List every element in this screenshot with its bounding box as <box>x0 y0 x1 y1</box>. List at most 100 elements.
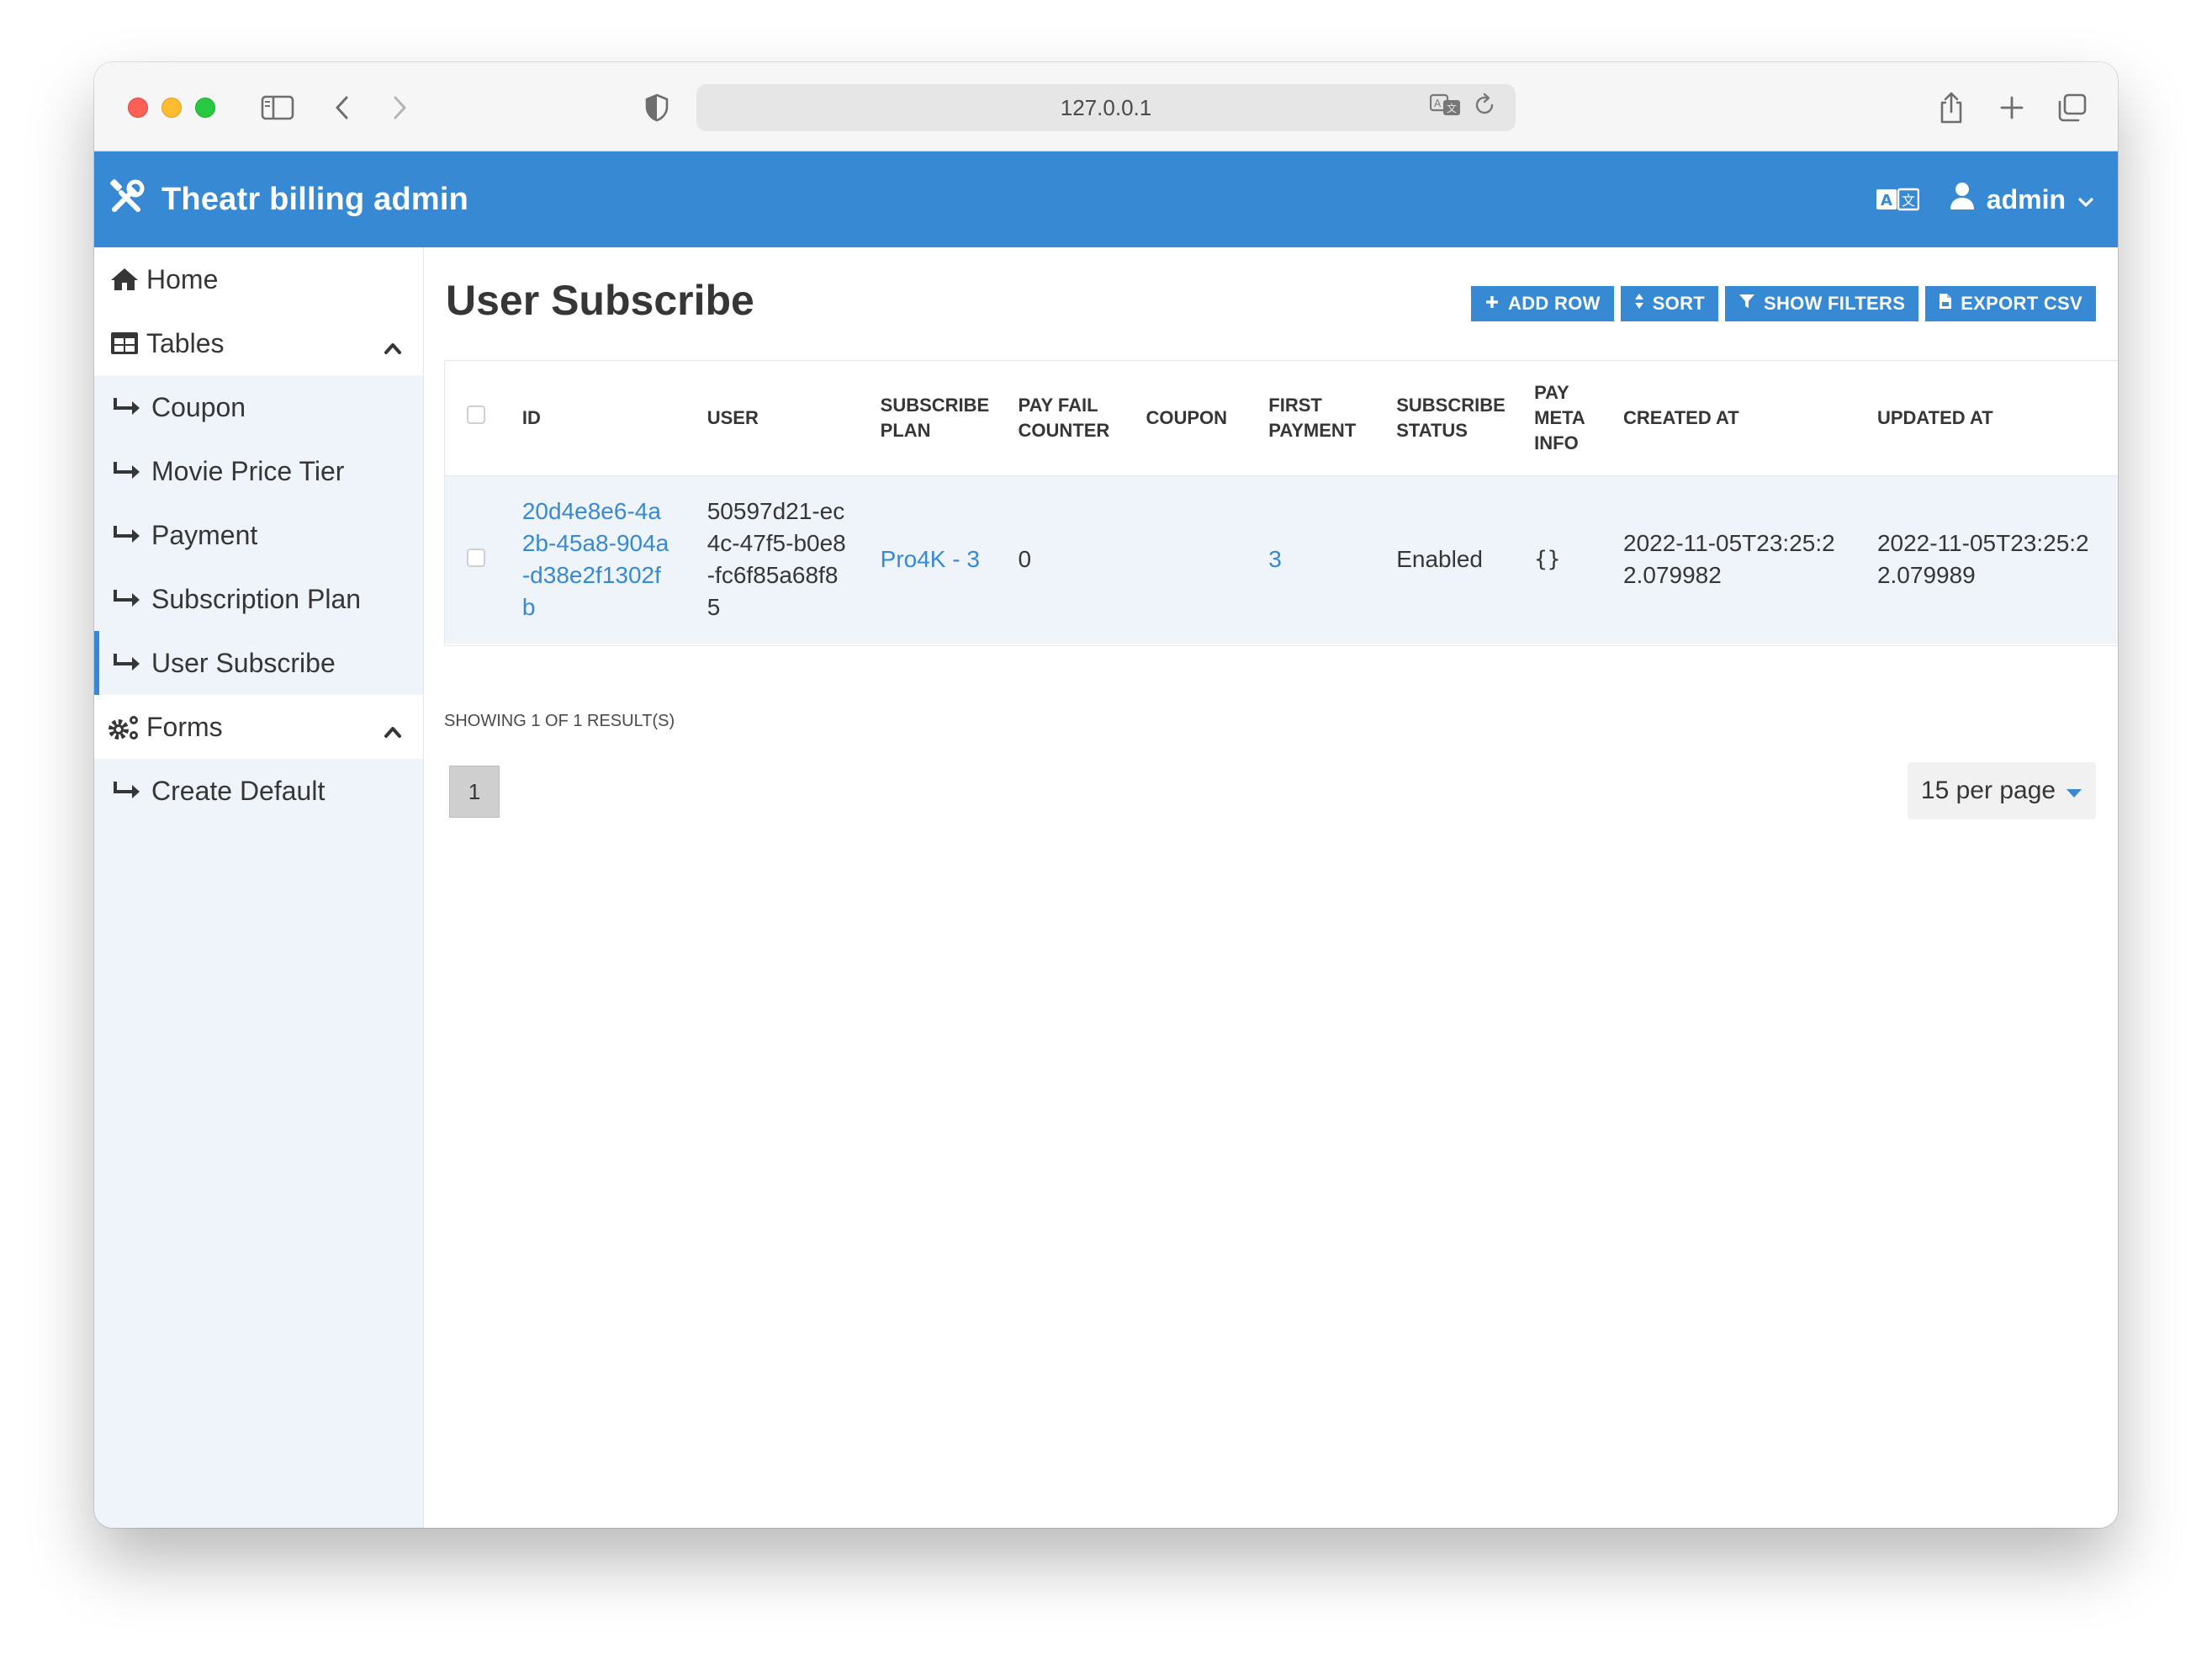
cell-updated-at: 2022-11-05T23:25:22.079989 <box>1868 474 2118 644</box>
gears-icon <box>108 713 141 741</box>
column-header-label: SUBSCRIBE PLAN <box>880 394 990 441</box>
sidebar: Home Tables Coupon Movie Price Tier Paym… <box>94 247 424 1528</box>
plus-icon <box>1484 293 1500 315</box>
tab-overview-icon[interactable] <box>2056 87 2089 128</box>
cell-id: 20d4e8e6-4a2b-45a8-904a-d38e2f1302fb <box>513 474 699 644</box>
browser-window: 127.0.0.1 A文 Theatr billing admin A 文 ad… <box>94 62 2118 1528</box>
file-csv-icon <box>1939 293 1952 315</box>
sidebar-group-tables[interactable]: Tables <box>94 311 423 375</box>
arrow-turn-icon <box>111 396 141 418</box>
sort-icon <box>1634 293 1644 315</box>
column-header-id[interactable]: ID <box>513 361 699 475</box>
column-header-user[interactable]: USER <box>698 361 872 475</box>
sidebar-item-label: Coupon <box>151 391 246 422</box>
sidebar-item-movie-price-tier[interactable]: Movie Price Tier <box>94 439 423 503</box>
results-count: SHOWING 1 OF 1 RESULT(S) <box>444 712 675 730</box>
app-header: Theatr billing admin A文 admin <box>94 151 2118 247</box>
cell-subscribe-plan: Pro4K - 3 <box>871 474 1010 644</box>
filter-icon <box>1738 293 1755 315</box>
created-at-value: 2022-11-05T23:25:22.079982 <box>1623 530 1835 589</box>
cell-first-payment: 3 <box>1260 474 1389 644</box>
svg-text:文: 文 <box>1447 102 1457 114</box>
user-value: 50597d21-ec4c-47f5-b0e8-fc6f85a68f85 <box>706 498 846 621</box>
column-header-pay-meta-info[interactable]: PAY META INFO <box>1526 361 1616 475</box>
arrow-turn-icon <box>111 460 141 482</box>
back-icon[interactable] <box>328 87 355 128</box>
cell-user: 50597d21-ec4c-47f5-b0e8-fc6f85a68f85 <box>698 474 872 644</box>
cell-coupon <box>1137 474 1261 644</box>
privacy-shield-icon[interactable] <box>643 87 671 128</box>
column-header-first-payment[interactable]: FIRST PAYMENT <box>1260 361 1389 475</box>
chevron-up-icon[interactable] <box>383 715 403 746</box>
sort-label: SORT <box>1652 293 1705 314</box>
subscribe-plan-link[interactable]: Pro4K - 3 <box>881 546 980 572</box>
minimize-window-button[interactable] <box>161 98 182 118</box>
sidebar-group-label: Forms <box>146 711 223 742</box>
per-page-value: 15 per page <box>1920 777 2056 804</box>
sidebar-item-label: Subscription Plan <box>151 583 362 614</box>
column-header-updated-at[interactable]: UPDATED AT <box>1868 361 2118 475</box>
forward-icon[interactable] <box>387 87 414 128</box>
column-header-subscribe-status[interactable]: SUBSCRIBE STATUS <box>1388 361 1527 475</box>
select-all-checkbox[interactable] <box>467 405 485 424</box>
sidebar-item-label: Home <box>146 263 219 294</box>
arrow-turn-icon <box>111 652 141 674</box>
close-window-button[interactable] <box>128 98 148 118</box>
row-id-link[interactable]: 20d4e8e6-4a2b-45a8-904a-d38e2f1302fb <box>522 496 674 623</box>
browser-toolbar: 127.0.0.1 A文 <box>94 62 2118 151</box>
column-header-label: SUBSCRIBE STATUS <box>1396 394 1506 441</box>
column-header-label: FIRST PAYMENT <box>1268 394 1357 441</box>
cell-subscribe-status: Enabled <box>1388 474 1527 644</box>
zoom-window-button[interactable] <box>195 98 215 118</box>
sidebar-item-subscription-plan[interactable]: Subscription Plan <box>94 567 423 631</box>
data-table-container: ID USER SUBSCRIBE PLAN PAY FAIL COUNTER … <box>444 360 2118 646</box>
column-header-label: PAY META INFO <box>1534 381 1585 453</box>
arrow-turn-icon <box>111 780 141 802</box>
share-icon[interactable] <box>1936 87 1966 128</box>
column-header-created-at[interactable]: CREATED AT <box>1615 361 1869 475</box>
updated-at-value: 2022-11-05T23:25:22.079989 <box>1876 530 2089 589</box>
sidebar-item-label: Movie Price Tier <box>151 455 345 486</box>
user-name: admin <box>1986 183 2066 215</box>
sidebar-item-payment[interactable]: Payment <box>94 503 423 567</box>
page-title: User Subscribe <box>446 277 754 324</box>
per-page-select[interactable]: 15 per page <box>1908 762 2096 819</box>
page-button-1[interactable]: 1 <box>449 766 500 818</box>
sidebar-toggle-icon[interactable] <box>259 87 296 128</box>
brand[interactable]: Theatr billing admin <box>108 177 468 222</box>
language-icon[interactable]: A文 <box>1876 187 1919 212</box>
column-header-subscribe-plan[interactable]: SUBSCRIBE PLAN <box>871 361 1010 475</box>
address-bar[interactable]: 127.0.0.1 A文 <box>696 84 1516 131</box>
reload-icon[interactable] <box>1474 93 1497 124</box>
chevron-down-icon <box>2077 184 2094 215</box>
sidebar-item-home[interactable]: Home <box>94 247 423 311</box>
arrow-turn-icon <box>111 588 141 610</box>
export-csv-label: EXPORT CSV <box>1961 293 2082 314</box>
table-row[interactable]: 20d4e8e6-4a2b-45a8-904a-d38e2f1302fb 505… <box>445 474 2118 644</box>
sidebar-item-user-subscribe[interactable]: User Subscribe <box>94 631 423 695</box>
export-csv-button[interactable]: EXPORT CSV <box>1925 286 2096 321</box>
column-header-label: PAY FAIL COUNTER <box>1018 394 1110 441</box>
arrow-turn-icon <box>111 524 141 546</box>
show-filters-label: SHOW FILTERS <box>1764 293 1906 314</box>
cell-pay-fail-counter: 0 <box>1009 474 1138 644</box>
chevron-up-icon[interactable] <box>383 331 403 363</box>
column-header-pay-fail-counter[interactable]: PAY FAIL COUNTER <box>1009 361 1138 475</box>
add-row-button[interactable]: ADD ROW <box>1471 286 1614 321</box>
sidebar-group-forms[interactable]: Forms <box>94 695 423 759</box>
home-icon <box>108 267 141 292</box>
show-filters-button[interactable]: SHOW FILTERS <box>1725 286 1919 321</box>
first-payment-link[interactable]: 3 <box>1268 546 1282 572</box>
brand-title: Theatr billing admin <box>161 181 469 217</box>
new-tab-icon[interactable] <box>1997 87 2027 128</box>
row-checkbox[interactable] <box>467 549 485 568</box>
data-table: ID USER SUBSCRIBE PLAN PAY FAIL COUNTER … <box>445 361 2118 644</box>
user-menu[interactable]: admin <box>1950 182 2094 217</box>
caret-down-icon <box>2066 777 2082 805</box>
table-header-row: ID USER SUBSCRIBE PLAN PAY FAIL COUNTER … <box>445 361 2118 475</box>
translate-icon[interactable]: A文 <box>1429 93 1462 124</box>
column-header-coupon[interactable]: COUPON <box>1137 361 1261 475</box>
sidebar-item-coupon[interactable]: Coupon <box>94 375 423 439</box>
sort-button[interactable]: SORT <box>1620 286 1718 321</box>
sidebar-item-create-default[interactable]: Create Default <box>94 759 423 823</box>
